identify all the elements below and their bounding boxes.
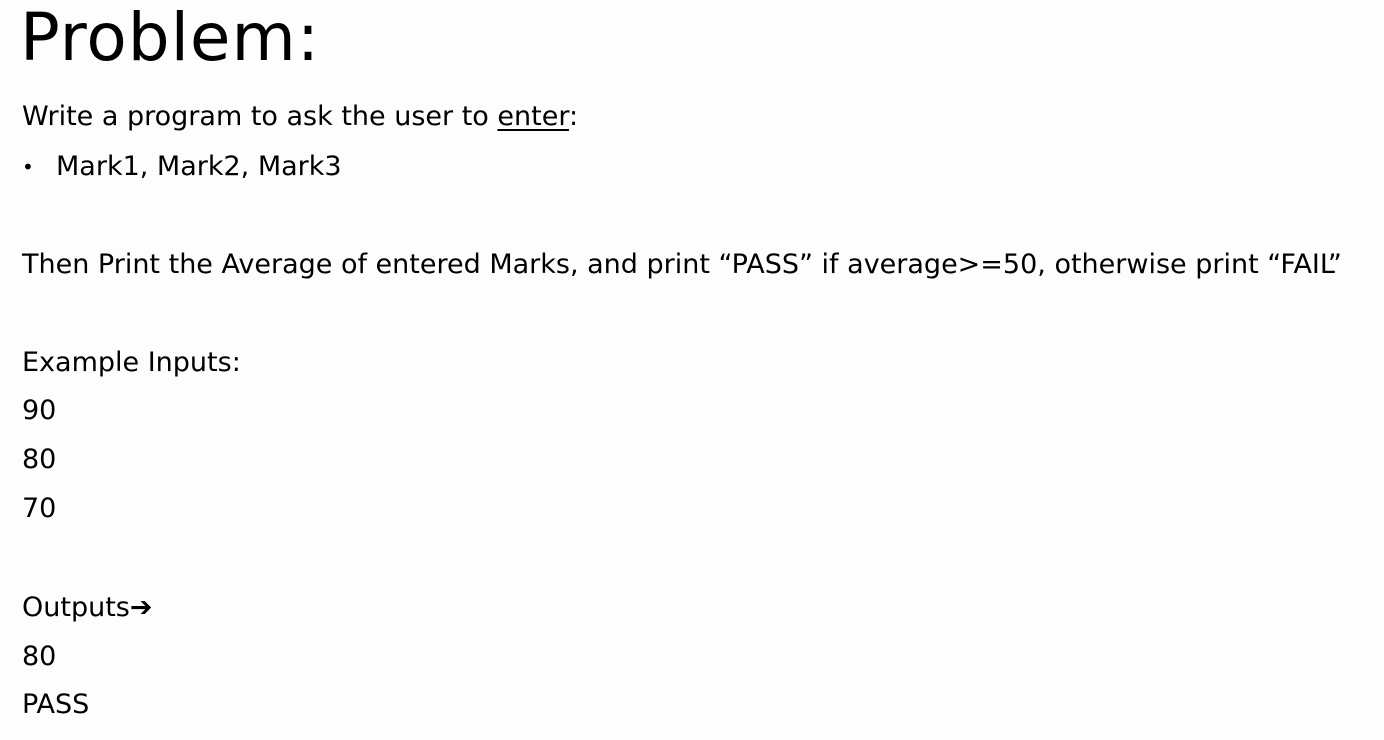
example-input-3: 70 — [22, 493, 57, 524]
output-value-2: PASS — [22, 689, 90, 720]
intro-suffix: : — [568, 101, 579, 132]
bullet-text: Mark1, Mark2, Mark3 — [56, 151, 342, 182]
example-inputs-heading: Example Inputs: — [22, 347, 241, 378]
intro-underlined-word: enter — [497, 101, 569, 132]
example-input-2: 80 — [22, 444, 57, 475]
example-input-1: 90 — [22, 395, 57, 426]
slide: Problem: Write a program to ask the user… — [0, 0, 1384, 740]
output-value-1: 80 — [22, 641, 57, 672]
intro-text: Write a program to ask the user to enter… — [22, 100, 578, 134]
instruction-text: Then Print the Average of entered Marks,… — [22, 249, 1342, 280]
outputs-label: Outputs — [22, 592, 130, 623]
outputs-heading: Outputs➔ — [22, 591, 152, 625]
intro-prefix: Write a program to ask the user to — [22, 101, 498, 132]
bullet-icon: • — [22, 155, 34, 179]
list-item: • Mark1, Mark2, Mark3 — [22, 150, 342, 184]
arrow-right-icon: ➔ — [129, 592, 153, 623]
page-title: Problem: — [20, 0, 321, 76]
